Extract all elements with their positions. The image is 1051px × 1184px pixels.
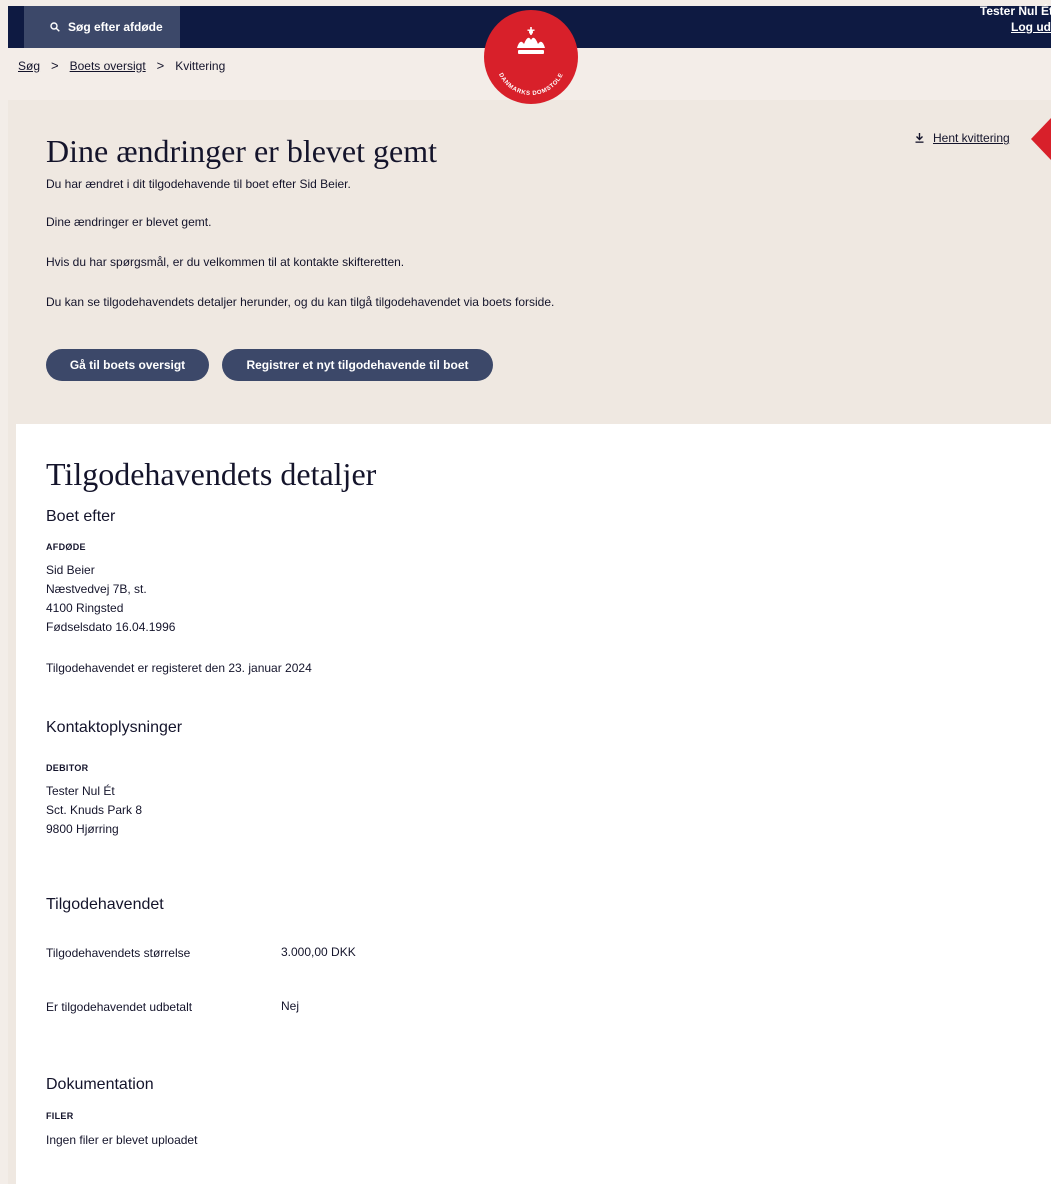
deceased-name: Sid Beier bbox=[46, 563, 95, 577]
svg-text:DANMARKS DOMSTOLE: DANMARKS DOMSTOLE bbox=[497, 72, 565, 97]
documentation-heading: Dokumentation bbox=[46, 1076, 154, 1093]
logo-text: DANMARKS DOMSTOLE bbox=[497, 72, 564, 97]
go-to-estate-overview-button[interactable]: Gå til boets oversigt bbox=[46, 349, 209, 381]
breadcrumb-item-estate-overview[interactable]: Boets oversigt bbox=[70, 59, 146, 73]
receipt-paragraph: Hvis du har spørgsmål, er du velkommen t… bbox=[46, 255, 405, 269]
claim-size-value: 3.000,00 DKK bbox=[281, 945, 356, 959]
claim-paid-value: Nej bbox=[281, 999, 300, 1013]
deceased-address: Næstvedvej 7B, st. bbox=[46, 582, 147, 596]
download-receipt-link[interactable]: Hent kvittering bbox=[915, 131, 1010, 145]
breadcrumb-item-search[interactable]: Søg bbox=[18, 59, 40, 73]
danmarks-domstole-logo[interactable]: DANMARKS DOMSTOLE bbox=[484, 10, 578, 104]
no-files-text: Ingen filer er blevet uploadet bbox=[46, 1133, 198, 1147]
deceased-caption: AFDØDE bbox=[46, 542, 86, 552]
claim-heading: Tilgodehavendet bbox=[46, 896, 164, 913]
breadcrumb-separator: > bbox=[156, 58, 165, 73]
debtor-city: 9800 Hjørring bbox=[46, 822, 119, 836]
download-receipt-label: Hent kvittering bbox=[933, 131, 1010, 145]
breadcrumb-item-receipt: Kvittering bbox=[175, 58, 226, 73]
logout-link[interactable]: Log ud bbox=[1011, 20, 1051, 34]
deceased-birthdate: Fødselsdato 16.04.1996 bbox=[46, 620, 176, 634]
debtor-caption: DEBITOR bbox=[46, 763, 89, 773]
deceased-city: 4100 Ringsted bbox=[46, 601, 124, 615]
registered-date: Tilgodehavendet er registeret den 23. ja… bbox=[46, 661, 312, 675]
download-icon bbox=[915, 133, 924, 143]
crown-icon: DANMARKS DOMSTOLE bbox=[497, 27, 565, 97]
receipt-paragraph: Dine ændringer er blevet gemt. bbox=[46, 215, 212, 229]
claim-paid-label: Er tilgodehavendet udbetalt bbox=[46, 1000, 193, 1014]
register-new-claim-button[interactable]: Registrer et nyt tilgodehavende til boet bbox=[222, 349, 493, 381]
feedback-tab-icon[interactable] bbox=[1031, 118, 1051, 160]
receipt-paragraph: Du har ændret i dit tilgodehavende til b… bbox=[46, 177, 351, 191]
debtor-name: Tester Nul Ét bbox=[46, 784, 115, 798]
debtor-address: Sct. Knuds Park 8 bbox=[46, 803, 143, 817]
user-name: Tester Nul Ét bbox=[979, 4, 1051, 18]
claim-size-label: Tilgodehavendets størrelse bbox=[46, 946, 191, 960]
receipt-paragraph: Du kan se tilgodehavendets detaljer heru… bbox=[46, 295, 555, 309]
details-panel bbox=[16, 424, 1051, 1184]
files-caption: FILER bbox=[46, 1111, 74, 1121]
search-deceased-label: Søg efter afdøde bbox=[68, 20, 163, 34]
estate-heading: Boet efter bbox=[46, 508, 116, 525]
search-icon bbox=[50, 22, 60, 32]
breadcrumb-separator: > bbox=[51, 58, 59, 73]
breadcrumb: Søg > Boets oversigt > Kvittering bbox=[18, 58, 225, 73]
page-title: Dine ændringer er blevet gemt bbox=[46, 133, 437, 169]
left-edge bbox=[8, 100, 16, 1184]
details-title: Tilgodehavendets detaljer bbox=[46, 456, 377, 492]
contact-heading: Kontaktoplysninger bbox=[46, 719, 183, 736]
search-deceased-button[interactable]: Søg efter afdøde bbox=[24, 6, 180, 48]
